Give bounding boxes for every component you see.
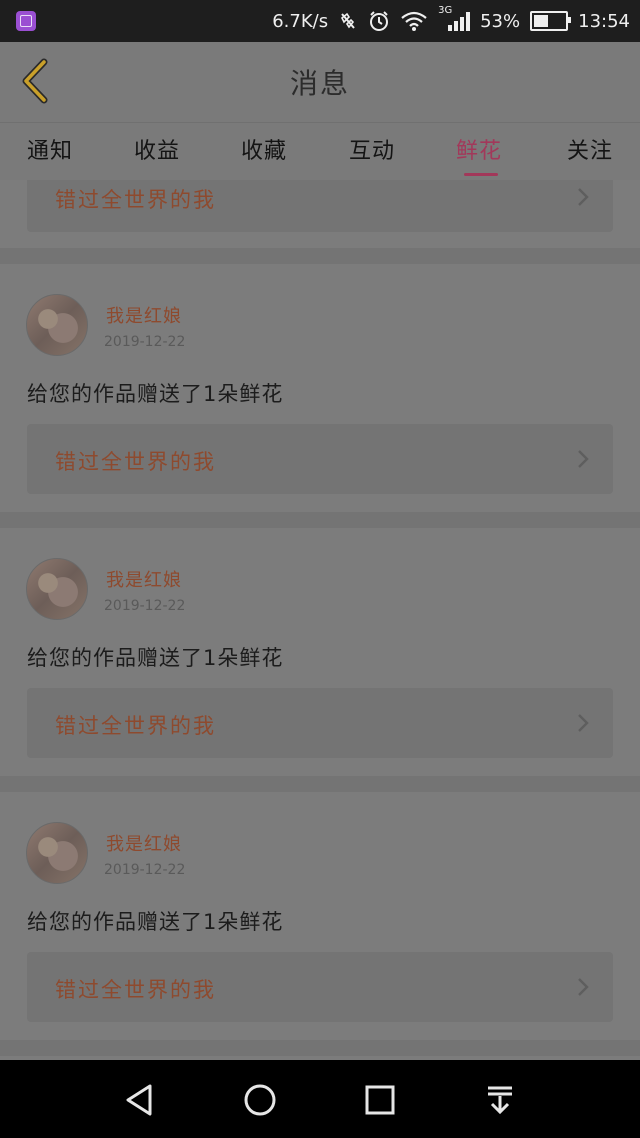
battery-icon [530, 11, 572, 31]
list-item: 我是红娘 2019-12-22 给您的作品赠送了1朵鲜花 错过全世界的我 [0, 792, 640, 1040]
network-type: 3G [438, 5, 453, 16]
work-title: 错过全世界的我 [55, 714, 216, 738]
network-speed: 6.7K/s [272, 10, 329, 32]
work-link[interactable]: 错过全世界的我 [27, 688, 613, 758]
divider [0, 512, 640, 528]
tab-notifications[interactable]: 通知 [27, 133, 73, 165]
work-title: 错过全世界的我 [55, 450, 216, 474]
work-link[interactable]: 错过全世界的我 [27, 424, 613, 494]
gallery-notification-icon [16, 11, 36, 31]
tab-bar: 通知 收益 收藏 互动 鲜花 关注 [0, 122, 640, 181]
chevron-right-icon [578, 714, 589, 732]
message-text: 给您的作品赠送了1朵鲜花 [27, 646, 284, 670]
battery-level [534, 15, 549, 27]
alarm-icon [370, 11, 389, 31]
work-link[interactable]: 错过全世界的我 [27, 952, 613, 1022]
avatar[interactable] [26, 558, 88, 620]
system-nav-bar [0, 1060, 640, 1138]
circle-home-icon[interactable] [240, 1080, 280, 1120]
message-list: 错过全世界的我 我是红娘 2019-12-22 给您的作品赠送了1朵鲜花 错过全… [0, 180, 640, 1060]
triangle-back-icon[interactable] [120, 1080, 160, 1120]
page-title: 消息 [289, 67, 350, 100]
pull-down-icon[interactable] [480, 1080, 520, 1120]
tab-favorites[interactable]: 收藏 [241, 133, 287, 165]
tab-interactions[interactable]: 互动 [349, 133, 395, 165]
divider [0, 776, 640, 792]
list-item: 错过全世界的我 [0, 180, 640, 248]
tab-flowers[interactable]: 鲜花 [456, 133, 502, 165]
sender-name[interactable]: 我是红娘 [106, 302, 182, 328]
message-date: 2019-12-22 [104, 334, 186, 350]
message-text: 给您的作品赠送了1朵鲜花 [27, 382, 284, 406]
list-item: 我是红娘 2019-12-22 给您的作品赠送了1朵鲜花 错过全世界的我 [0, 528, 640, 776]
work-title: 错过全世界的我 [55, 978, 216, 1002]
avatar[interactable] [26, 294, 88, 356]
avatar[interactable] [26, 822, 88, 884]
message-date: 2019-12-22 [104, 862, 186, 878]
status-bar-right: 6.7K/s 3G 53% 13:54 [272, 0, 630, 42]
list-item: 我是红娘 2019-12-22 给您的作品赠送了1朵鲜花 错过全世界的我 [0, 264, 640, 512]
chevron-right-icon [578, 978, 589, 996]
clock: 13:54 [578, 10, 630, 32]
message-text: 给您的作品赠送了1朵鲜花 [27, 910, 284, 934]
vibrate-off-icon [341, 12, 355, 29]
tab-earnings[interactable]: 收益 [134, 133, 180, 165]
work-link[interactable]: 错过全世界的我 [27, 180, 613, 232]
chevron-right-icon [578, 188, 589, 206]
divider [0, 248, 640, 264]
message-date: 2019-12-22 [104, 598, 186, 614]
sender-name[interactable]: 我是红娘 [106, 566, 182, 592]
status-bar: 6.7K/s 3G 53% 13:54 [0, 0, 640, 42]
app-header: 消息 [0, 42, 640, 122]
wifi-icon [401, 11, 427, 31]
sender-name[interactable]: 我是红娘 [106, 830, 182, 856]
work-title: 错过全世界的我 [55, 188, 216, 212]
battery-percent: 53% [480, 10, 521, 32]
tab-follows[interactable]: 关注 [567, 133, 613, 165]
chevron-right-icon [578, 450, 589, 468]
active-tab-indicator [464, 173, 498, 176]
divider [0, 1040, 640, 1056]
square-recents-icon[interactable] [360, 1080, 400, 1120]
